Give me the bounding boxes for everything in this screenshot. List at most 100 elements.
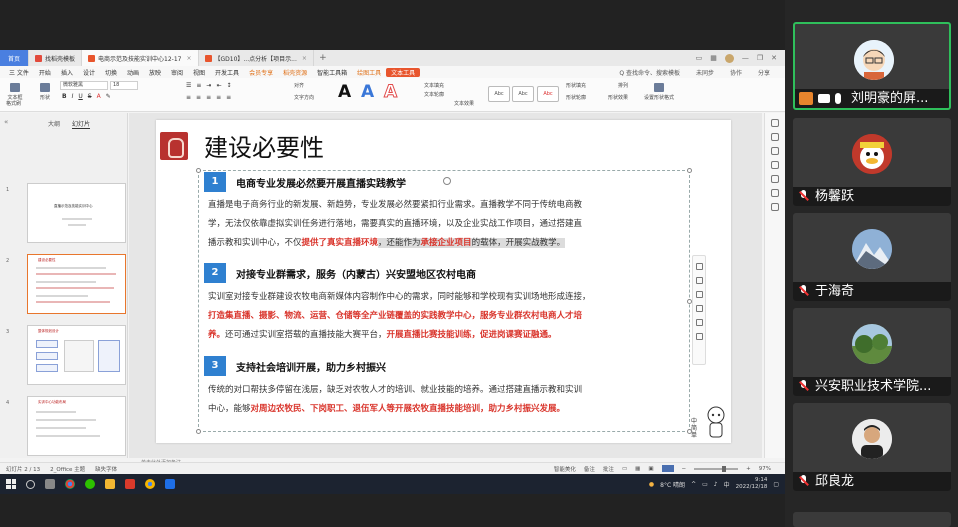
shape-button[interactable]: 形状 (36, 83, 54, 101)
justify-icon[interactable]: ≡ (216, 94, 221, 101)
textbox-button[interactable]: 文本框 (6, 83, 24, 101)
bullet-list-icon[interactable]: ☰ (186, 82, 191, 89)
menu-review[interactable]: 审阅 (166, 68, 188, 77)
menu-slideshow[interactable]: 放映 (144, 68, 166, 77)
bold-icon[interactable]: B (62, 93, 67, 100)
menu-text-tools[interactable]: 文本工具 (386, 67, 421, 77)
chrome-icon[interactable] (145, 479, 155, 489)
file-explorer-icon[interactable] (105, 479, 115, 489)
menu-transition[interactable]: 切换 (100, 68, 122, 77)
menu-file[interactable]: 三 文件 (4, 68, 34, 77)
notification-icon[interactable]: ▢ (773, 481, 779, 488)
zoom-level[interactable]: 97% (759, 466, 771, 472)
task-view-icon[interactable] (45, 479, 55, 489)
normal-view-icon[interactable]: ▭ (622, 466, 627, 472)
zoom-out-icon[interactable]: − (682, 466, 687, 472)
play-slideshow-button[interactable] (661, 465, 674, 472)
menu-smart-toolbox[interactable]: 智能工具箱 (312, 68, 352, 77)
menu-drawing-tools[interactable]: 绘图工具 (352, 68, 386, 77)
slide-thumbnail[interactable]: 直播示范及技能实训中心 (27, 183, 126, 243)
wps-icon[interactable] (125, 479, 135, 489)
shape-style-1[interactable]: Abc (488, 86, 510, 102)
shape-style-2[interactable]: Abc (512, 86, 534, 102)
smart-beautify-button[interactable]: 智能美化 (554, 465, 576, 473)
zoom-slider[interactable] (694, 465, 739, 472)
font-name-select[interactable]: 微软雅黑 (60, 81, 108, 90)
menu-view[interactable]: 视图 (188, 68, 210, 77)
align-center-icon[interactable]: ≡ (196, 94, 201, 101)
crop-icon[interactable] (695, 305, 703, 312)
properties-icon[interactable] (771, 119, 779, 127)
chrome-icon[interactable] (65, 479, 75, 489)
network-icon[interactable]: ▭ (702, 481, 708, 488)
text-fill-dropdown[interactable]: 文本填充 (424, 82, 450, 89)
menu-start[interactable]: 开始 (34, 68, 56, 77)
resize-handle[interactable] (687, 168, 692, 173)
participant-card-partial[interactable] (793, 512, 951, 527)
reading-view-icon[interactable]: ▣ (648, 466, 653, 472)
collapse-panel-icon[interactable]: « (4, 118, 8, 126)
windows-start-icon[interactable] (6, 479, 16, 489)
strikethrough-icon[interactable]: S (88, 93, 92, 100)
clock[interactable]: 9:14 2022/12/18 (736, 477, 768, 491)
layout-icon[interactable]: ▭ (696, 54, 703, 62)
slide-thumbnail[interactable]: 实训中心功能布局 (27, 396, 126, 456)
underline-icon[interactable]: U (78, 93, 82, 100)
menu-developer[interactable]: 开发工具 (210, 68, 244, 77)
comment-toggle[interactable]: 批注 (603, 465, 614, 473)
align-dropdown[interactable]: 对齐 (294, 82, 334, 89)
close-tab-icon[interactable]: × (302, 55, 307, 62)
italic-icon[interactable]: I (72, 93, 74, 100)
text-style-black[interactable]: A (338, 82, 351, 102)
menu-insert[interactable]: 插入 (56, 68, 78, 77)
tab-current-ppt[interactable]: 电商示范及技能实训中心12-17 × (82, 50, 199, 66)
share-button[interactable]: 分享 (753, 68, 775, 77)
distributed-icon[interactable]: ≡ (226, 94, 231, 101)
template-icon[interactable] (771, 175, 779, 183)
tab-slides[interactable]: 幻灯片 (72, 119, 91, 129)
shape-outline-dropdown[interactable]: 形状轮廓 (566, 94, 606, 101)
menu-member[interactable]: 会员专享 (244, 68, 278, 77)
design-icon[interactable] (771, 147, 779, 155)
minimize-icon[interactable]: — (742, 54, 749, 62)
align-left-icon[interactable]: ≡ (186, 94, 191, 101)
participant-card-host[interactable]: 刘明豪的屏... (793, 22, 951, 110)
new-tab-icon[interactable]: + (314, 53, 332, 63)
slide-title[interactable]: 建设必要性 (204, 128, 324, 163)
restore-icon[interactable]: ❐ (757, 54, 763, 62)
more-icon[interactable] (695, 333, 703, 340)
user-avatar[interactable] (724, 53, 734, 63)
resize-handle[interactable] (196, 168, 201, 173)
weather-text[interactable]: 8°C 晴朗 (660, 480, 685, 489)
numbered-list-icon[interactable]: ≡ (196, 82, 201, 89)
arrange-button[interactable]: 排列 (608, 82, 638, 89)
text-outline-dropdown[interactable]: 文本轮廓 (424, 91, 450, 98)
resize-handle[interactable] (196, 429, 201, 434)
text-style-blue[interactable]: A (361, 82, 374, 102)
slide[interactable]: 建设必要性 1 电商专业发展必然要开展直播实践教学 直播是电子商务行业的新发展、… (156, 120, 731, 443)
format-shape-button[interactable]: 设置形状格式 (642, 83, 676, 101)
text-direction-dropdown[interactable]: 文字方向 (294, 94, 334, 101)
participant-card[interactable]: 杨馨跃 (793, 118, 951, 206)
layer-icon[interactable] (695, 263, 703, 270)
sorter-view-icon[interactable]: ▦ (635, 466, 640, 472)
sync-status[interactable]: 未同步 (691, 68, 719, 77)
grid-icon[interactable]: ▦ (710, 54, 717, 62)
close-tab-icon[interactable]: × (186, 55, 191, 62)
help-icon[interactable] (771, 161, 779, 169)
comment-icon[interactable] (771, 203, 779, 211)
align-right-icon[interactable]: ≡ (206, 94, 211, 101)
highlight-icon[interactable]: ✎ (106, 93, 111, 100)
outdent-icon[interactable]: ⇤ (216, 82, 221, 89)
font-size-select[interactable]: 18 (110, 81, 138, 90)
participant-card[interactable]: 邱良龙 (793, 403, 951, 491)
line-spacing-icon[interactable]: ↕ (226, 82, 231, 89)
tab-home[interactable]: 首页 (0, 50, 30, 66)
fill-icon[interactable] (695, 291, 703, 298)
settings-icon[interactable] (771, 189, 779, 197)
input-language[interactable]: 中 (724, 480, 730, 489)
slide-thumbnail-selected[interactable]: 建设必要性 (27, 254, 126, 314)
menu-docer-resources[interactable]: 稻壳资源 (278, 68, 312, 77)
notes-toggle[interactable]: 备注 (584, 465, 595, 473)
indent-icon[interactable]: ⇥ (206, 82, 211, 89)
